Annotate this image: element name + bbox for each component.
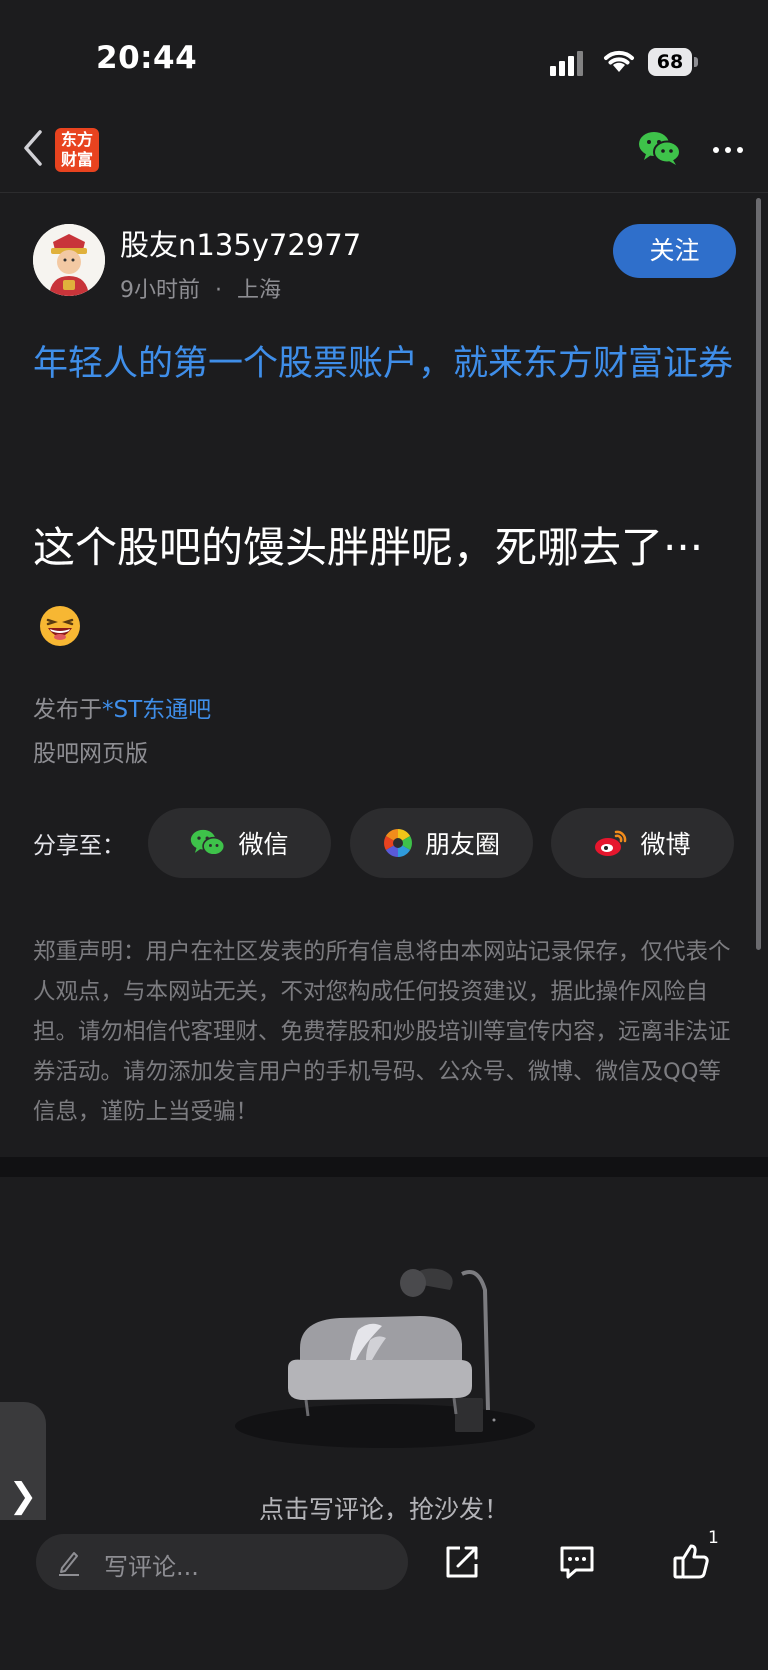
follow-button[interactable]: 关注 (613, 224, 736, 278)
wechat-share-icon[interactable] (638, 130, 682, 166)
moments-icon (384, 829, 412, 857)
share-weibo-button[interactable]: 微博 (551, 808, 734, 878)
posted-prefix: 发布于 (33, 697, 102, 723)
share-wechat-button[interactable]: 微信 (148, 808, 331, 878)
share-icon[interactable] (444, 1544, 480, 1580)
app-logo[interactable]: 东方 财富 (55, 128, 99, 172)
thumbs-up-icon[interactable] (672, 1542, 710, 1580)
scrollbar[interactable] (756, 198, 761, 950)
battery-indicator: 68 (648, 48, 692, 76)
logo-text-line1: 东方 (60, 130, 93, 149)
back-icon[interactable] (18, 128, 48, 168)
nav-divider (0, 192, 768, 193)
post-content-text: 这个股吧的馒头胖胖呢，死哪去了··· (33, 523, 704, 572)
post-meta: 9小时前 · 上海 (120, 272, 281, 304)
posted-in: 发布于*ST东通吧 (33, 690, 211, 724)
meta-dot: · (215, 278, 222, 303)
location: 上海 (237, 278, 282, 303)
board-link[interactable]: *ST东通吧 (102, 697, 211, 723)
comment-placeholder: 写评论... (104, 1553, 199, 1581)
post-content: 这个股吧的馒头胖胖呢，死哪去了··· (33, 510, 738, 660)
battery-cap (694, 57, 698, 67)
weibo-icon (595, 830, 627, 856)
logo-text-line2: 财富 (60, 150, 93, 169)
empty-comments-sofa-illustration (235, 1268, 535, 1448)
wifi-icon (604, 50, 634, 72)
promo-link[interactable]: 年轻人的第一个股票账户，就来东方财富证券 (33, 338, 738, 391)
comment-icon[interactable] (558, 1544, 596, 1580)
share-weibo-label: 微博 (640, 830, 691, 859)
laughing-emoji-icon (40, 605, 80, 646)
share-wechat-label: 微信 (238, 830, 289, 859)
like-count: 1 (708, 1528, 719, 1548)
avatar-image (33, 224, 105, 296)
write-comment-input[interactable] (36, 1534, 408, 1590)
section-separator (0, 1157, 768, 1177)
wechat-icon (191, 829, 226, 856)
avatar[interactable] (33, 224, 105, 296)
share-label: 分享至： (33, 833, 125, 859)
username[interactable]: 股友n135y72977 (120, 222, 361, 264)
time-ago: 9小时前 (120, 278, 200, 303)
disclaimer-text: 郑重声明：用户在社区发表的所有信息将由本网站记录保存，仅代表个人观点，与本网站无… (33, 939, 731, 1125)
web-version-label: 股吧网页版 (33, 741, 148, 767)
share-moments-label: 朋友圈 (424, 830, 500, 859)
share-moments-button[interactable]: 朋友圈 (350, 808, 533, 878)
cellular-signal-icon (550, 50, 586, 76)
pen-icon (59, 1552, 79, 1576)
status-time: 20:44 (96, 40, 198, 76)
more-icon[interactable] (712, 140, 744, 160)
